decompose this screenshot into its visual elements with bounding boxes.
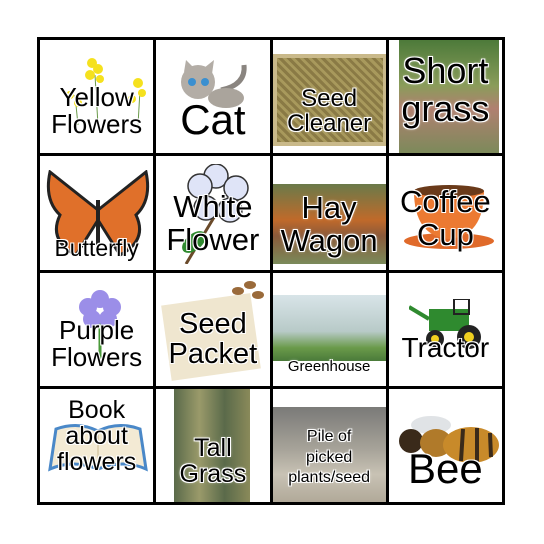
cell-label: Coffee Cup [399,184,491,252]
cell-label: Short grass [401,50,490,129]
cell-greenhouse[interactable]: Greenhouse [272,272,386,386]
cell-purple-flowers[interactable]: Purple Flowers [40,272,154,386]
cell-label: Pile of picked plants/seed [288,427,371,487]
cell-label: Bee [408,444,483,492]
cell-white-flower[interactable]: White Flower [156,156,270,270]
bingo-board: Yellow Flowers Cat Seed Cleaner Short gr… [37,37,505,505]
cell-label: Cat [180,96,246,143]
cell-yellow-flowers[interactable]: Yellow Flowers [40,40,154,154]
cell-coffee-cup[interactable]: Coffee Cup [388,156,502,270]
cell-seed-packet[interactable]: Seed Packet [156,272,270,386]
cell-label: Seed Packet [168,307,258,370]
cell-label: Tractor [401,331,490,363]
cell-seed-pile[interactable]: Pile of picked plants/seed [272,388,386,502]
cell-seed-cleaner[interactable]: Seed Cleaner [272,40,386,154]
cell-book[interactable]: Book about flowers [40,388,154,502]
cell-label: Book about flowers [57,395,137,477]
cell-tall-grass[interactable]: Tall Grass [156,388,270,502]
cell-short-grass[interactable]: Short grass [388,40,502,154]
cell-label: Yellow Flowers [51,82,143,140]
cell-label: Butterfly [54,235,139,262]
cell-label: Hay Wagon [280,190,378,258]
cell-cat[interactable]: Cat [156,40,270,154]
greenhouse-photo [272,294,386,361]
cell-label: Purple Flowers [51,314,143,372]
cell-tractor[interactable]: Tractor [388,272,502,386]
cell-label: White Flower [166,189,260,257]
cell-hay-wagon[interactable]: Hay Wagon [272,156,386,270]
cell-label: Tall Grass [179,433,247,488]
cell-bee[interactable]: Bee [388,388,502,502]
cell-label: Greenhouse [287,357,371,375]
cell-butterfly[interactable]: Butterfly [40,156,154,270]
cell-label: Seed Cleaner [287,85,372,138]
seeds-icon [232,280,265,299]
